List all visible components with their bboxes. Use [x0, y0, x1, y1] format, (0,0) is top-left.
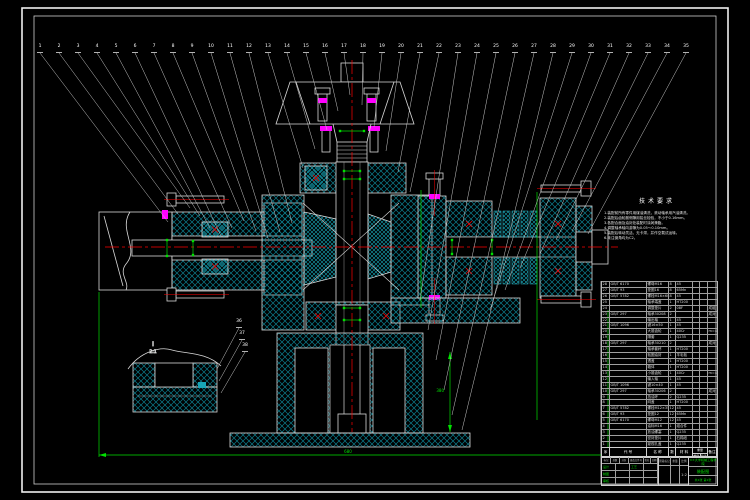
- callout-number: 8: [172, 45, 175, 49]
- callout-number: 18: [360, 45, 366, 49]
- part-row: 1 窥视孔盖 1 Q235: [602, 441, 717, 447]
- callout-number: 10: [208, 45, 214, 49]
- callout-number: 21: [417, 45, 423, 49]
- title-block: 标记处数分区更改文件号签名日期 设计 工艺 制图 审核 阶段标记 重量 比例 1…: [601, 456, 718, 486]
- callout-number: 29: [569, 45, 575, 49]
- callout-number: 12: [246, 45, 252, 49]
- parts-list-table: 28 GB/T 6170 螺母M16 8 45 27 GB/T 93 垫圈16 …: [601, 281, 718, 447]
- callout-number: 2: [58, 45, 61, 49]
- pedestal-cavity-right: [373, 348, 405, 433]
- pedestal-cavity-left: [295, 348, 328, 433]
- part-code: [610, 441, 647, 447]
- callout-number: 17: [341, 45, 347, 49]
- revision-header: 日期: [651, 457, 658, 464]
- callout-number: 14: [284, 45, 290, 49]
- leader-line: [221, 352, 245, 393]
- right-housing-bottom: [446, 257, 492, 295]
- callout-number: 26: [512, 45, 518, 49]
- callout-number: 11: [227, 45, 233, 49]
- revision-header: 更改文件号: [629, 457, 644, 464]
- callout-number: 38: [242, 344, 248, 348]
- bevel-gear-right: [368, 214, 391, 279]
- callout-number: 33: [645, 45, 651, 49]
- callout-number: 7: [153, 45, 156, 49]
- field-weight: 重量: [671, 457, 680, 466]
- part-qty: 1: [669, 441, 676, 447]
- callout-number: 24: [474, 45, 480, 49]
- callout-number: 5: [115, 45, 118, 49]
- callout-number: 30: [588, 45, 594, 49]
- sig-label: 设计: [602, 464, 616, 471]
- leader-line: [217, 328, 239, 369]
- detail-label: Ⅰ: [152, 341, 154, 348]
- sig-label: 审核: [602, 478, 616, 485]
- leader-line: [192, 53, 256, 231]
- leader-line: [78, 53, 190, 208]
- spline-stack-top: [494, 211, 537, 237]
- callout-number: 6: [134, 45, 137, 49]
- callout-number: 32: [626, 45, 632, 49]
- callout-number: 27: [531, 45, 537, 49]
- callout-number: 28: [550, 45, 556, 49]
- revision-header: 标记: [602, 457, 611, 464]
- callout-number: 36: [236, 320, 242, 324]
- callout-number: 37: [239, 332, 245, 336]
- dim-overall-width: 680: [344, 449, 352, 454]
- callout-number: 13: [265, 45, 271, 49]
- part-remark: [708, 441, 717, 447]
- tech-requirements-title: 技术要求: [604, 196, 710, 205]
- leader-line: [40, 53, 168, 222]
- title-block-right: ××大学机械工程学院 装配图 共1张 第1张: [688, 457, 717, 485]
- callout-number: 3: [77, 45, 80, 49]
- part-total-weight: [700, 441, 708, 447]
- leader-line: [219, 340, 242, 381]
- drawing-title: 装配图: [689, 467, 717, 476]
- callout-number: 1: [39, 45, 42, 49]
- callout-number: 20: [398, 45, 404, 49]
- sig-label: 工艺: [630, 464, 644, 471]
- break-wave-line: [123, 212, 131, 290]
- leader-line: [135, 53, 221, 236]
- callout-number: 23: [455, 45, 461, 49]
- tech-requirement-line: 6.未注倒角均为C2。: [604, 236, 710, 241]
- revision-header: 签名: [644, 457, 651, 464]
- callout-number: 16: [322, 45, 328, 49]
- revision-header: 处数: [611, 457, 620, 464]
- right-housing-top: [446, 201, 492, 237]
- callout-number: 25: [493, 45, 499, 49]
- callout-number: 35: [683, 45, 689, 49]
- cad-viewport[interactable]: Ⅰ 2:1 680 380 12345678910111213141516171…: [0, 0, 750, 500]
- organization-name: ××大学机械工程学院: [689, 457, 717, 467]
- part-material: Q235: [676, 441, 693, 447]
- revision-row: 标记处数分区更改文件号签名日期: [602, 457, 658, 464]
- signature-grid: 设计 工艺 制图 审核: [602, 464, 658, 485]
- tech-requirements-list: 1.装配前所有零件用煤油清洗，滚动轴承用汽油清洗。2.装配后齿轮副侧隙用铅丝检验…: [604, 211, 710, 242]
- part-no: 1: [602, 441, 610, 447]
- callout-number: 19: [379, 45, 385, 49]
- housing-left-wall: [262, 195, 304, 330]
- callout-number: 4: [96, 45, 99, 49]
- sig-label: 制图: [602, 471, 616, 478]
- callout-number: 15: [303, 45, 309, 49]
- leader-line: [116, 53, 210, 228]
- part-unit-weight: [693, 441, 700, 447]
- part-name: 窥视孔盖: [647, 441, 669, 447]
- revision-header: 分区: [620, 457, 629, 464]
- foundation-detail-view: Ⅰ 2:1: [128, 341, 221, 412]
- callout-number: 22: [436, 45, 442, 49]
- base-slab: [230, 433, 470, 447]
- field-stage: 阶段标记: [659, 457, 671, 466]
- dim-pedestal-height: 380: [436, 388, 444, 393]
- callout-number: 34: [664, 45, 670, 49]
- field-grid: 阶段标记 重量 比例 1:2: [658, 457, 688, 485]
- sheet-info: 共1张 第1张: [689, 476, 717, 485]
- callout-number: 31: [607, 45, 613, 49]
- technical-requirements: 技术要求 1.装配前所有零件用煤油清洗，滚动轴承用汽油清洗。2.装配后齿轮副侧隙…: [604, 196, 710, 242]
- detail-scale: 2:1: [149, 349, 156, 355]
- bevel-gear-left: [304, 212, 336, 285]
- callout-number: 9: [191, 45, 194, 49]
- support-bracket: [391, 298, 520, 323]
- leader-line: [59, 53, 178, 214]
- leader-line: [97, 53, 200, 216]
